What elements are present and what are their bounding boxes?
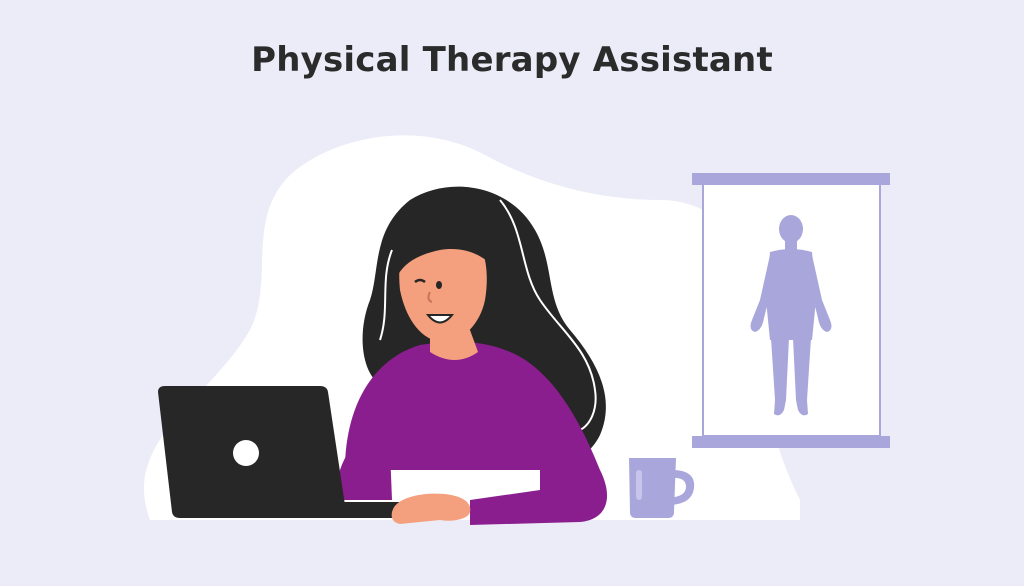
laptop-logo-icon [233,440,259,466]
eye-right [436,281,442,289]
chart-top-rod [692,173,890,185]
chart-bottom-rod [692,436,890,448]
anatomy-chart [692,173,890,448]
illustration [143,135,890,525]
